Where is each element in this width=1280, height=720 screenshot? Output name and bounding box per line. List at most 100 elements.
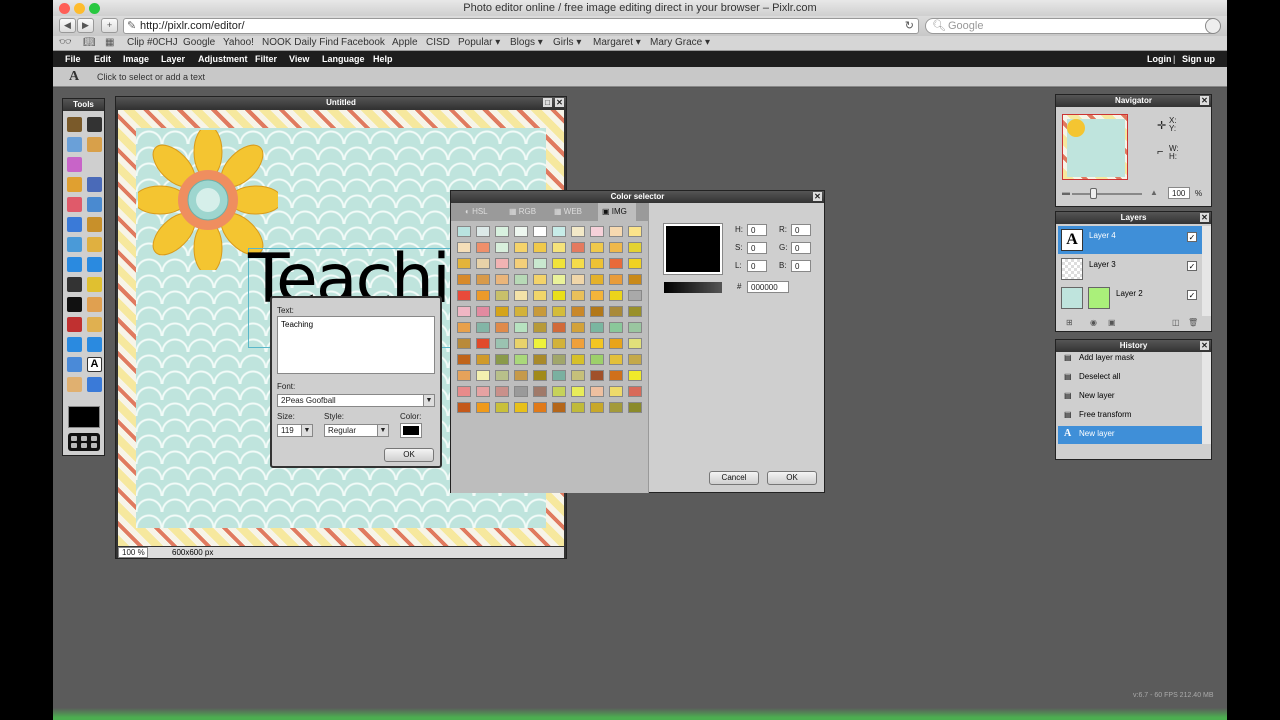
zoom-slider-track[interactable] [1072,193,1142,195]
zoom-out-icon[interactable]: ▬ [1062,188,1070,197]
color-swatch[interactable] [628,242,642,253]
font-select[interactable]: 2Peas Goofball ▼ [277,394,435,407]
color-swatch[interactable] [552,338,566,349]
new-layer-icon[interactable]: ◫ [1172,318,1180,327]
color-swatch[interactable] [457,386,471,397]
color-swatch[interactable] [533,290,547,301]
color-swatch[interactable] [552,306,566,317]
sponge-tool-icon[interactable] [87,277,102,292]
color-swatch[interactable] [476,242,490,253]
color-swatch[interactable] [495,290,509,301]
bookmark-item[interactable]: Mary Grace ▾ [650,37,710,48]
history-item[interactable]: ▤ New layer [1058,388,1202,406]
color-swatch[interactable] [552,354,566,365]
color-swatch[interactable] [533,242,547,253]
menu-file[interactable]: File [65,54,81,64]
color-swatch[interactable] [590,242,604,253]
menu-filter[interactable]: Filter [255,54,277,64]
color-swatch[interactable] [476,338,490,349]
r-input[interactable]: 0 [791,224,811,236]
layer-visibility-checkbox[interactable]: ✓ [1187,261,1197,271]
wand-tool-icon[interactable] [67,157,82,172]
blur-tool-icon[interactable] [67,257,82,272]
color-swatch[interactable] [571,370,585,381]
bookmark-item[interactable]: NOOK Daily Find [262,37,339,48]
color-swatch[interactable] [495,274,509,285]
layer-row[interactable]: Layer 2 ✓ [1058,284,1202,312]
history-item[interactable]: ▤ Deselect all [1058,369,1202,387]
color-swatch[interactable] [609,370,623,381]
color-swatch[interactable] [609,306,623,317]
color-swatch[interactable] [590,386,604,397]
brush-tool-icon[interactable] [87,177,102,192]
color-swatch[interactable] [552,402,566,413]
color-swatch[interactable] [476,370,490,381]
color-swatch[interactable] [514,370,528,381]
color-ok-button[interactable]: OK [767,471,817,485]
close-document-button[interactable]: ✕ [555,98,564,107]
color-swatch[interactable] [514,322,528,333]
red-eye-tool-icon[interactable] [67,317,82,332]
menu-image[interactable]: Image [123,54,149,64]
color-swatch[interactable] [495,258,509,269]
color-swatch[interactable] [514,338,528,349]
search-input[interactable]: 🔍︎ Google [925,18,1219,34]
crop-tool-icon[interactable] [67,117,82,132]
layer-visibility-checkbox[interactable]: ✓ [1187,232,1197,242]
color-swatch[interactable] [628,274,642,285]
foreground-color-swatch[interactable] [68,406,100,428]
layer-mask-icon[interactable]: ▣ [1108,318,1116,327]
maximize-document-button[interactable]: □ [543,98,552,107]
color-swatch[interactable] [590,402,604,413]
color-cancel-button[interactable]: Cancel [709,471,759,485]
color-swatch[interactable] [495,322,509,333]
color-swatch[interactable] [457,402,471,413]
color-swatch[interactable] [590,274,604,285]
gradient-tool-icon[interactable] [67,217,82,232]
minimize-window-button[interactable] [74,3,85,14]
text-ok-button[interactable]: OK [384,448,434,462]
history-item[interactable]: ▤ Free transform [1058,407,1202,425]
smudge-tool-icon[interactable] [67,277,82,292]
add-bookmark-button[interactable]: + [101,18,118,33]
zoom-window-button[interactable] [89,3,100,14]
menu-help[interactable]: Help [373,54,393,64]
color-swatch[interactable] [514,386,528,397]
signup-link[interactable]: Sign up [1182,54,1215,64]
bookmark-item[interactable]: Clip #0CHJ [127,37,178,48]
color-swatch[interactable] [552,322,566,333]
color-swatch[interactable] [609,402,623,413]
color-swatch[interactable] [476,258,490,269]
tab-img[interactable]: ▣ IMG [598,203,636,221]
color-swatch[interactable] [552,242,566,253]
color-swatch[interactable] [590,290,604,301]
color-swatch[interactable] [533,354,547,365]
color-swatch[interactable] [628,354,642,365]
color-swatch[interactable] [609,322,623,333]
forward-button[interactable]: ▶ [77,18,94,33]
color-swatch[interactable] [571,354,585,365]
color-swatch[interactable] [495,370,509,381]
color-swatch[interactable] [457,306,471,317]
close-window-button[interactable] [59,3,70,14]
bookmark-item[interactable]: Apple [392,37,418,48]
color-swatch[interactable] [476,354,490,365]
close-navigator-button[interactable]: ✕ [1200,96,1209,105]
color-swatch[interactable] [533,338,547,349]
text-color-swatch[interactable] [400,423,422,438]
color-swatch[interactable] [514,274,528,285]
color-swatch[interactable] [457,370,471,381]
menu-view[interactable]: View [289,54,309,64]
bookmark-item[interactable]: Blogs ▾ [510,37,543,48]
color-swatch[interactable] [571,290,585,301]
color-swatch[interactable] [457,338,471,349]
color-swatch[interactable] [628,402,642,413]
menu-language[interactable]: Language [322,54,365,64]
tab-web[interactable]: ▦ WEB [554,207,582,216]
layer-styles-icon[interactable]: ◉ [1090,318,1097,327]
color-swatch[interactable] [628,306,642,317]
color-swatch[interactable] [571,226,585,237]
color-swatch[interactable] [571,402,585,413]
color-swatch[interactable] [552,290,566,301]
text-input[interactable]: Teaching [277,316,435,374]
